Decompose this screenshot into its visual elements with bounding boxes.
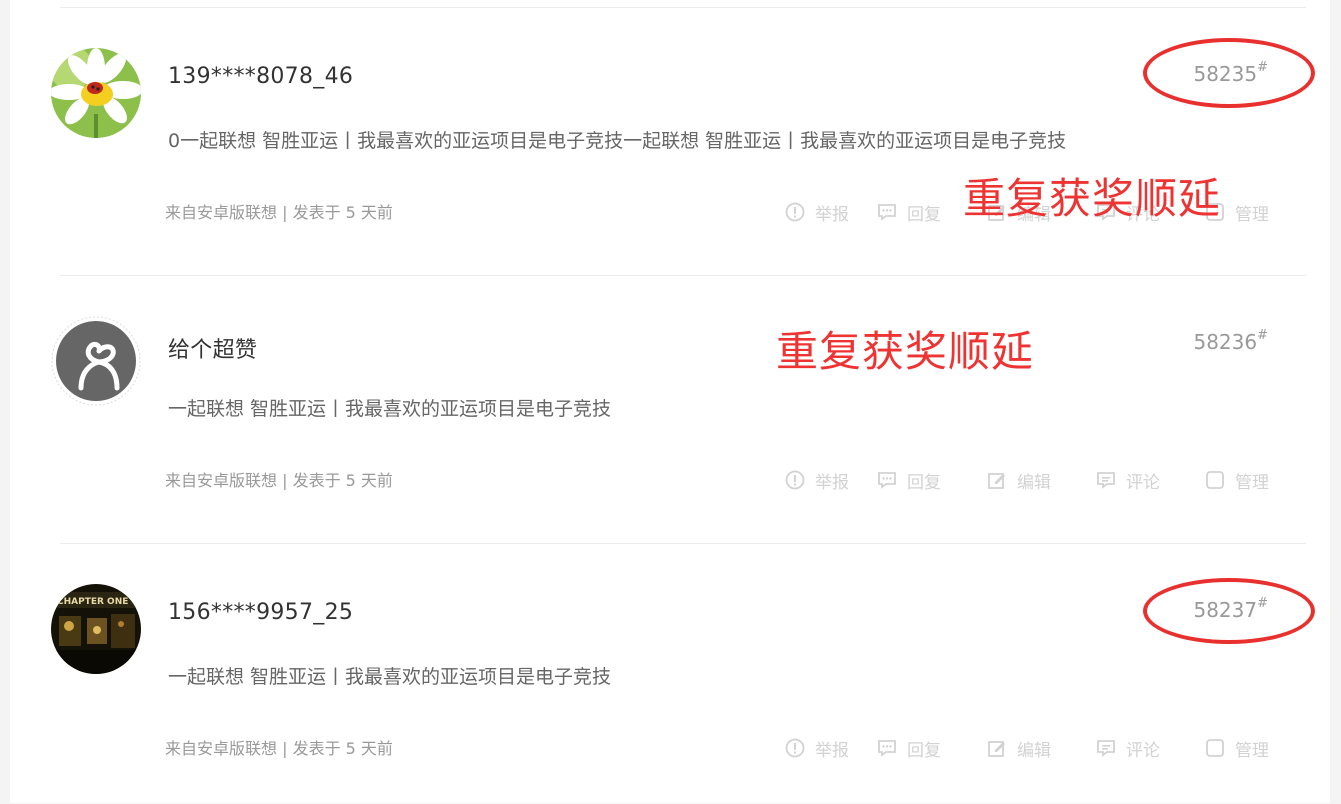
post-meta: 来自安卓版联想 | 发表于 5 天前	[165, 739, 393, 758]
edit-label: 编辑	[1017, 740, 1051, 761]
post-content: 一起联想 智胜亚运丨我最喜欢的亚运项目是电子竞技	[168, 398, 612, 420]
user-avatar[interactable]: CHAPTER ONE	[51, 584, 141, 674]
reply-label: 回复	[907, 204, 941, 225]
floor-number: 58235#	[1193, 60, 1268, 86]
reply-button[interactable]: 回复	[877, 468, 987, 493]
post-actions: 举报 回复 编辑 评论 管理	[785, 736, 1269, 761]
comment-label: 评论	[1126, 472, 1160, 493]
floor-mark: #	[1257, 60, 1268, 76]
report-icon	[785, 738, 805, 758]
night-storefront-avatar-icon: CHAPTER ONE	[51, 584, 141, 674]
floor-number-value: 58235	[1193, 62, 1258, 86]
report-icon	[785, 470, 805, 490]
report-button[interactable]: 举报	[785, 736, 877, 761]
checkbox-icon	[1206, 739, 1224, 757]
annotation-note: 重复获奖顺延	[776, 327, 1035, 376]
user-avatar[interactable]	[51, 316, 141, 406]
manage-label: 管理	[1235, 472, 1269, 493]
user-avatar[interactable]	[51, 48, 141, 138]
reply-label: 回复	[907, 740, 941, 761]
annotation-note: 重复获奖顺延	[963, 174, 1222, 223]
report-label: 举报	[815, 740, 849, 761]
username[interactable]: 给个超赞	[168, 332, 257, 364]
post-item: 139****8078_46 58235# 0一起联想 智胜亚运丨我最喜欢的亚运…	[10, 0, 1330, 268]
post-content: 一起联想 智胜亚运丨我最喜欢的亚运项目是电子竞技	[168, 666, 612, 688]
edit-label: 编辑	[1017, 472, 1051, 493]
manage-checkbox[interactable]: 管理	[1205, 736, 1269, 761]
report-label: 举报	[815, 204, 849, 225]
floor-number: 58236#	[1193, 328, 1268, 354]
checkbox-icon	[1206, 471, 1224, 489]
comment-label: 评论	[1126, 740, 1160, 761]
post-item: 给个超赞 58236# 一起联想 智胜亚运丨我最喜欢的亚运项目是电子竞技 来自安…	[10, 268, 1330, 536]
reply-icon	[878, 740, 896, 757]
comment-button[interactable]: 评论	[1096, 736, 1205, 761]
post-content: 0一起联想 智胜亚运丨我最喜欢的亚运项目是电子竞技一起联想 智胜亚运丨我最喜欢的…	[168, 130, 1067, 152]
post-meta: 来自安卓版联想 | 发表于 5 天前	[165, 203, 393, 222]
report-label: 举报	[815, 472, 849, 493]
reply-icon	[878, 204, 896, 221]
manage-label: 管理	[1235, 740, 1269, 761]
username[interactable]: 139****8078_46	[168, 64, 353, 89]
post-item: CHAPTER ONE 156****9957_25 58237# 一起联想 智…	[10, 536, 1330, 804]
reply-label: 回复	[907, 472, 941, 493]
default-gray-avatar-icon	[51, 316, 141, 406]
edit-button[interactable]: 编辑	[987, 468, 1096, 493]
svg-text:CHAPTER ONE: CHAPTER ONE	[57, 597, 128, 607]
comment-icon	[1097, 740, 1115, 757]
reply-button[interactable]: 回复	[877, 736, 987, 761]
reply-icon	[878, 472, 896, 489]
report-icon	[785, 202, 805, 222]
edit-icon	[988, 741, 1005, 757]
manage-checkbox[interactable]: 管理	[1205, 468, 1269, 493]
floor-number-value: 58236	[1193, 330, 1258, 354]
post-actions: 举报 回复 编辑 评论 管理	[785, 468, 1269, 493]
report-button[interactable]: 举报	[785, 468, 877, 493]
comment-button[interactable]: 评论	[1096, 468, 1205, 493]
manage-label: 管理	[1235, 204, 1269, 225]
floor-number: 58237#	[1193, 596, 1268, 622]
post-meta: 来自安卓版联想 | 发表于 5 天前	[165, 471, 393, 490]
floor-mark: #	[1257, 328, 1268, 344]
daisy-ladybug-avatar-icon	[51, 48, 141, 138]
edit-button[interactable]: 编辑	[987, 736, 1096, 761]
report-button[interactable]: 举报	[785, 200, 877, 225]
floor-mark: #	[1257, 596, 1268, 612]
post-list-panel: 139****8078_46 58235# 0一起联想 智胜亚运丨我最喜欢的亚运…	[10, 0, 1330, 803]
edit-icon	[988, 473, 1005, 489]
username[interactable]: 156****9957_25	[168, 600, 353, 625]
floor-number-value: 58237	[1193, 598, 1258, 622]
comment-icon	[1097, 472, 1115, 489]
